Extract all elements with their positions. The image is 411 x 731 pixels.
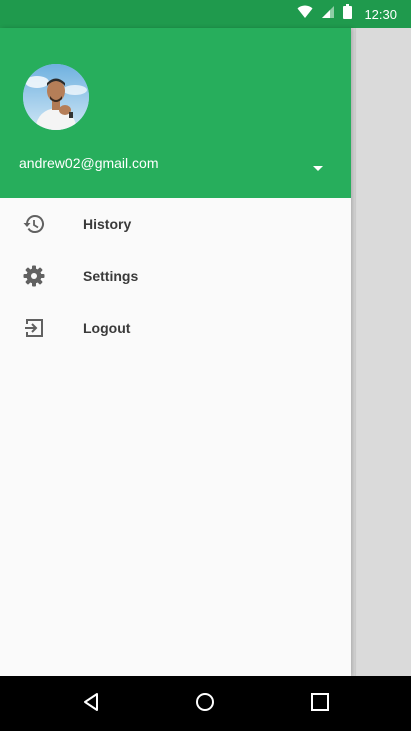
account-email: andrew02@gmail.com bbox=[19, 155, 159, 171]
menu-item-label: History bbox=[83, 216, 132, 232]
home-icon bbox=[195, 692, 215, 717]
recents-icon bbox=[311, 692, 329, 716]
content-peek bbox=[355, 28, 411, 676]
caret-down-icon bbox=[312, 159, 324, 177]
avatar[interactable] bbox=[23, 64, 89, 130]
cellular-signal-icon bbox=[321, 5, 335, 24]
back-button[interactable] bbox=[77, 690, 105, 718]
drawer-header: andrew02@gmail.com bbox=[0, 28, 351, 198]
home-button[interactable] bbox=[191, 690, 219, 718]
menu-item-settings[interactable]: Settings bbox=[0, 250, 351, 302]
navigation-drawer: andrew02@gmail.com History Settings Logo… bbox=[0, 28, 351, 676]
status-icons: 12:30 bbox=[297, 0, 397, 28]
history-icon bbox=[22, 212, 46, 236]
status-bar: 12:30 bbox=[0, 0, 411, 28]
menu-item-history[interactable]: History bbox=[0, 198, 351, 250]
status-time: 12:30 bbox=[364, 6, 397, 22]
menu-item-label: Settings bbox=[83, 268, 139, 284]
content-scrim[interactable] bbox=[351, 28, 411, 676]
logout-icon bbox=[22, 316, 46, 340]
recents-button[interactable] bbox=[306, 690, 334, 718]
menu-item-label: Logout bbox=[83, 320, 131, 336]
screen: 12:30 andrew02@gmail.com History Setting… bbox=[0, 0, 411, 731]
gear-icon bbox=[22, 264, 46, 288]
wifi-icon bbox=[297, 5, 313, 24]
system-nav-bar bbox=[0, 676, 411, 731]
menu-item-logout[interactable]: Logout bbox=[0, 302, 351, 354]
back-icon bbox=[82, 692, 100, 717]
battery-icon bbox=[343, 4, 353, 24]
account-switcher-button[interactable] bbox=[306, 160, 330, 176]
drawer-menu: History Settings Logout bbox=[0, 198, 351, 354]
